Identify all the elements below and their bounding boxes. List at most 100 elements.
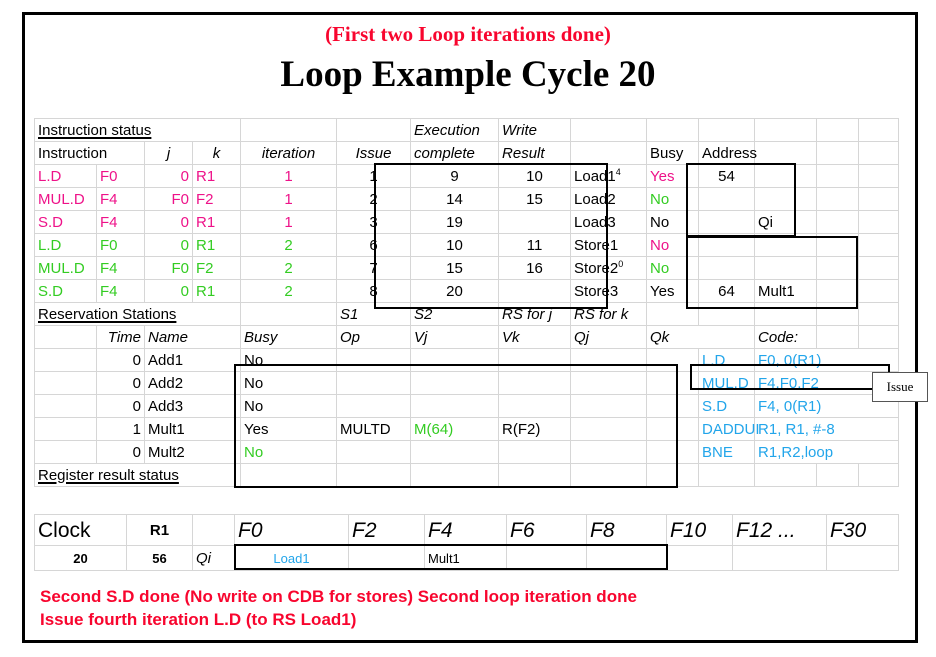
unit-name: Store1: [570, 233, 648, 257]
instr-result: 16: [498, 256, 572, 280]
empty-cell: [816, 164, 860, 188]
table-row: 0 Add2 No MUL.D F4,F0,F2: [34, 371, 900, 395]
empty-cell: [34, 440, 97, 464]
instr-k: R1: [191, 233, 242, 257]
empty-cell: [570, 118, 648, 142]
instr-k: R1: [191, 210, 242, 234]
row-rs-headers: Time Name Busy Op Vj Vk Qj Qk Code:: [34, 325, 900, 349]
instr-j: F0: [144, 256, 193, 280]
rs-op: [336, 440, 412, 464]
instr-j: F0: [144, 187, 193, 211]
empty-cell: [570, 141, 648, 165]
header-instruction: Instruction: [34, 141, 145, 165]
table-row: 0 Mult2 No BNE R1,R2,loop: [34, 440, 900, 464]
empty-cell: [646, 463, 700, 487]
rs-busy: No: [240, 440, 338, 464]
rs-qk: [646, 417, 700, 441]
instr-iteration: 1: [240, 164, 338, 188]
empty-cell: [816, 210, 860, 234]
rs-name: Add2: [143, 371, 242, 395]
header-result: Result: [498, 141, 572, 165]
row-instruction-headers: Instruction j k iteration Issue complete…: [34, 141, 900, 165]
register-result-status-title: Register result status: [33, 463, 242, 487]
instr-iteration: 1: [240, 187, 338, 211]
instruction-status-title: Instruction status: [33, 118, 242, 142]
rs-time: 0: [96, 440, 145, 464]
unit-name-superscript: 0: [618, 259, 624, 269]
unit-name-label: Load1: [574, 168, 616, 185]
unit-qi: [754, 164, 818, 188]
empty-cell: [816, 118, 860, 142]
reg-header-f8: F8: [586, 514, 667, 546]
empty-cell: [34, 348, 97, 372]
empty-cell: [240, 118, 338, 142]
rs-busy: Yes: [240, 417, 338, 441]
instr-complete: 9: [410, 164, 500, 188]
rs-op: [336, 348, 412, 372]
header-op: Op: [336, 325, 412, 349]
reg-value-f6: [506, 545, 587, 571]
instr-dest: F4: [96, 187, 145, 211]
code-op: S.D: [698, 394, 756, 418]
rs-op: MULTD: [336, 417, 412, 441]
rs-busy: No: [240, 348, 338, 372]
slide-subtitle: (First two Loop iterations done): [325, 22, 611, 46]
empty-cell: [410, 463, 500, 487]
unit-name: Load3: [570, 210, 648, 234]
header-k: k: [191, 141, 242, 165]
slide-notes-line-2: Issue fourth iteration L.D (to RS Load1): [40, 609, 357, 629]
instr-j: 0: [144, 233, 193, 257]
r1-value: 56: [126, 545, 193, 571]
instr-op: L.D: [34, 233, 97, 257]
row-reservation-stations-title: Reservation Stations S1 S2 RS for j RS f…: [33, 302, 900, 326]
unit-qi: [754, 187, 818, 211]
instr-complete: 19: [410, 210, 500, 234]
empty-cell: [858, 118, 900, 142]
clock-value: 20: [34, 545, 127, 571]
empty-cell: [698, 463, 756, 487]
empty-cell: [858, 141, 900, 165]
rs-qj: [570, 417, 648, 441]
empty-cell: [858, 325, 900, 349]
unit-busy: No: [646, 256, 700, 280]
empty-cell: [816, 256, 860, 280]
instr-dest: F4: [96, 256, 145, 280]
reg-header-f4: F4: [424, 514, 507, 546]
rs-time: 0: [96, 371, 145, 395]
rs-qk: [646, 348, 700, 372]
code-op: DADDUI: [698, 417, 760, 441]
table-row: 0 Add3 No S.D F4, 0(R1): [34, 394, 900, 418]
instr-result: 10: [498, 164, 572, 188]
unit-address: [698, 210, 756, 234]
unit-address: [698, 233, 756, 257]
unit-name: Store20: [570, 256, 648, 280]
empty-cell: [816, 233, 860, 257]
instr-k: F2: [191, 187, 242, 211]
table-row: MUL.D F4 F0 F2 1 2 14 15 Load2 No: [34, 187, 900, 211]
instr-issue: 8: [336, 279, 412, 303]
rs-qj: [570, 371, 648, 395]
empty-cell: [698, 302, 756, 326]
qi-label: Qi: [192, 545, 235, 571]
rs-name: Mult1: [143, 417, 242, 441]
header-address: Address: [698, 141, 757, 165]
empty-cell: [570, 463, 648, 487]
empty-cell: [754, 141, 818, 165]
row-register-headers: Clock R1 F0 F2 F4 F6 F8 F10 F12 ... F30: [34, 514, 899, 546]
instr-issue: 3: [336, 210, 412, 234]
instr-op: S.D: [34, 210, 97, 234]
rs-busy: No: [240, 394, 338, 418]
unit-qi: Qi: [754, 210, 818, 234]
header-s2: S2: [410, 302, 500, 326]
empty-cell: [240, 463, 338, 487]
instr-dest: F0: [96, 233, 145, 257]
row-instruction-status-title: Instruction status Execution Write: [33, 118, 900, 142]
rs-qj: [570, 348, 648, 372]
reg-header-f12: F12 ...: [732, 514, 827, 546]
table-row: S.D F4 0 R1 2 8 20 Store3 Yes 64 Mult1: [34, 279, 900, 303]
unit-name-label: Store3: [574, 283, 619, 300]
instr-complete: 14: [410, 187, 500, 211]
instr-result: [498, 210, 572, 234]
rs-time: 0: [96, 348, 145, 372]
instr-issue: 6: [336, 233, 412, 257]
